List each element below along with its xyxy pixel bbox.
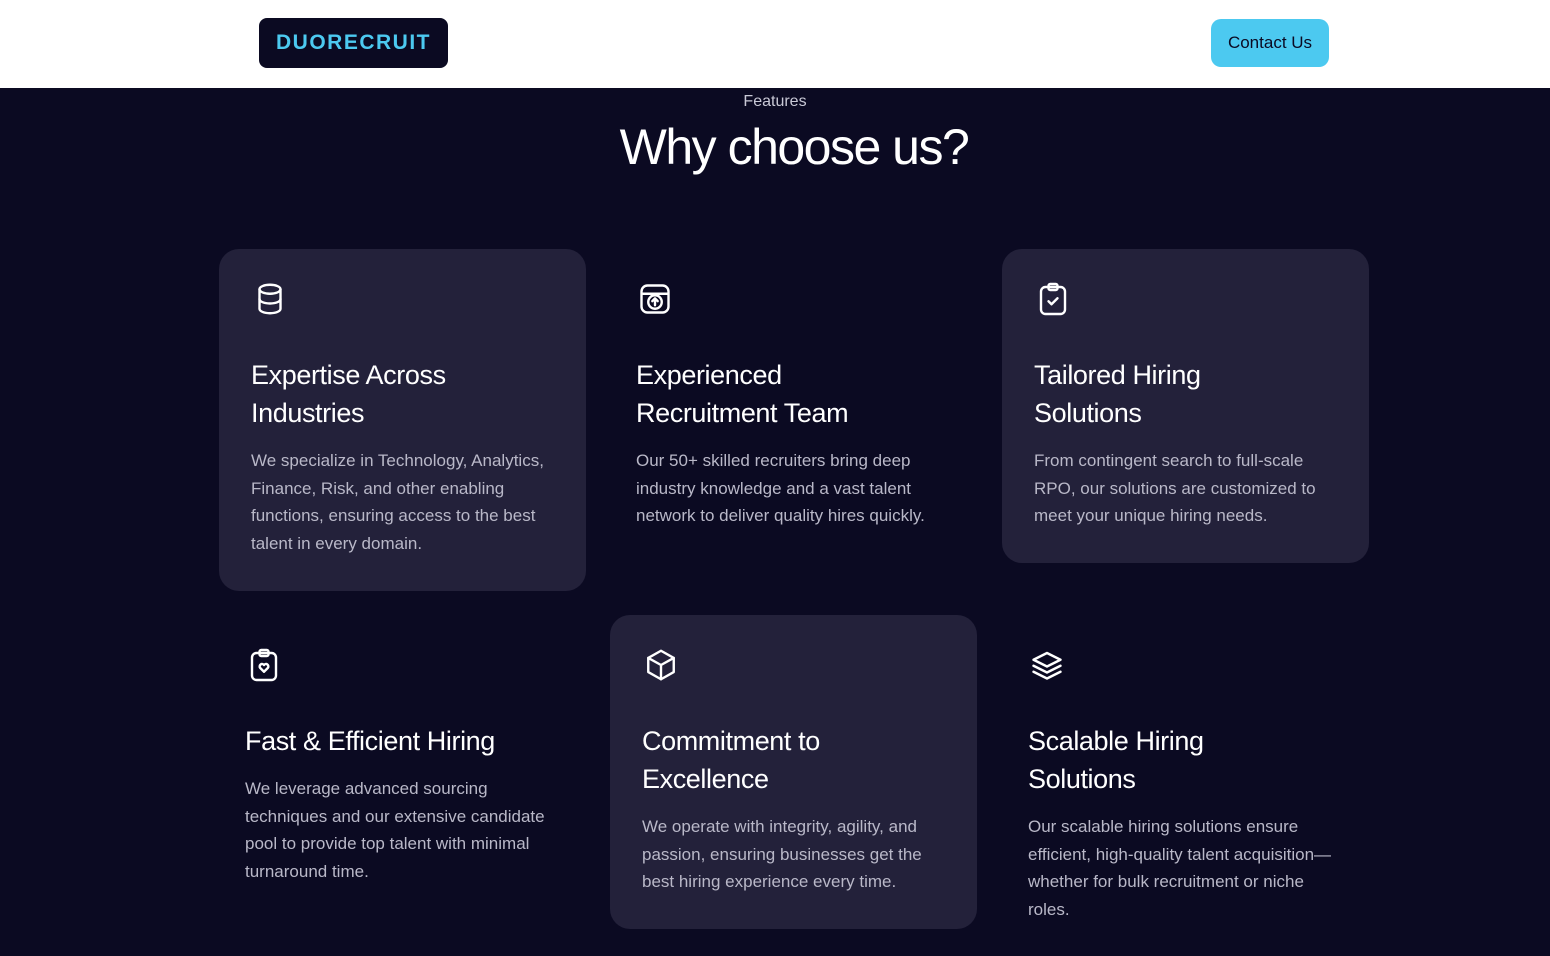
contact-us-button[interactable]: Contact Us	[1211, 19, 1329, 67]
feature-title: Expertise Across Industries	[251, 360, 446, 428]
layers-icon	[1029, 647, 1065, 683]
section-eyebrow: Features	[743, 93, 807, 110]
section-title: Why choose us?	[619, 119, 970, 175]
feature-title: Fast & Efficient Hiring	[245, 726, 495, 756]
feature-description: We operate with integrity, agility, and …	[642, 817, 922, 892]
feature-card-tailored: Tailored Hiring Solutions From contingen…	[1002, 249, 1369, 563]
feature-title: Commitment to Excellence	[642, 726, 820, 794]
feature-description: We specialize in Technology, Analytics, …	[251, 451, 544, 553]
feature-card-fast: Fast & Efficient Hiring We leverage adva…	[213, 615, 580, 930]
feature-description: From contingent search to full-scale RPO…	[1034, 451, 1316, 526]
feature-card-team: Experienced Recruitment Team Our 50+ ski…	[604, 249, 971, 564]
feature-description: We leverage advanced sourcing techniques…	[245, 779, 545, 881]
feature-card-scalable: Scalable Hiring Solutions Our scalable h…	[996, 615, 1363, 945]
feature-title: Scalable Hiring Solutions	[1028, 726, 1204, 794]
feature-card-expertise: Expertise Across Industries We specializ…	[219, 249, 586, 591]
top-navigation-bar: DUORECRUIT Contact Us	[0, 0, 1550, 88]
cube-icon	[643, 647, 679, 683]
feature-description: Our 50+ skilled recruiters bring deep in…	[636, 451, 925, 526]
feature-description: Our scalable hiring solutions ensure eff…	[1028, 817, 1332, 919]
feature-title: Experienced Recruitment Team	[636, 360, 849, 428]
database-icon	[252, 281, 288, 317]
clipboard-heart-icon	[246, 647, 282, 683]
feature-title: Tailored Hiring Solutions	[1034, 360, 1201, 428]
clipboard-check-icon	[1035, 281, 1071, 317]
upload-box-icon	[637, 281, 673, 317]
duorecruit-logo[interactable]: DUORECRUIT	[259, 18, 448, 68]
feature-card-excellence: Commitment to Excellence We operate with…	[610, 615, 977, 929]
